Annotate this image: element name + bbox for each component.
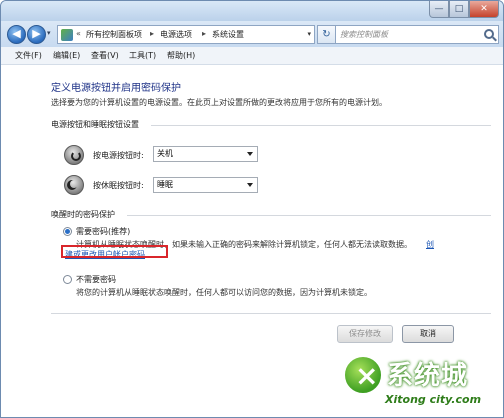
password-group-title: 唤醒时的密码保护 — [51, 210, 115, 219]
title-bar[interactable]: — □ ✕ — [1, 1, 503, 23]
breadcrumb-overflow[interactable]: « — [76, 29, 81, 38]
menu-tools[interactable]: 工具(T) — [129, 50, 156, 61]
breadcrumb-separator[interactable]: ▸ — [150, 29, 154, 38]
highlight-box — [61, 245, 168, 258]
watermark-logo-icon — [343, 355, 383, 395]
divider — [51, 313, 491, 314]
chevron-down-icon[interactable]: ▾ — [307, 30, 311, 38]
minimize-button[interactable]: — — [429, 1, 449, 18]
watermark: 系统城 Xitong city.com — [341, 353, 501, 415]
search-icon[interactable] — [484, 29, 494, 39]
sleep-button-value: 睡眠 — [157, 180, 173, 189]
no-password-desc: 将您的计算机从睡眠状态唤醒时，任何人都可以访问您的数据，因为计算机未锁定。 — [76, 288, 372, 297]
recent-pages-dropdown[interactable]: ▾ — [47, 29, 51, 37]
breadcrumb-all-items[interactable]: 所有控制面板项 — [86, 29, 142, 40]
require-password-radio[interactable] — [63, 227, 72, 236]
back-button[interactable]: ◀ — [7, 25, 26, 44]
maximize-button[interactable]: □ — [449, 1, 469, 18]
no-password-radio[interactable] — [63, 275, 72, 284]
power-button-icon — [64, 145, 84, 165]
refresh-button[interactable]: ↻ — [317, 25, 336, 44]
menu-edit[interactable]: 编辑(E) — [53, 50, 80, 61]
breadcrumb-separator[interactable]: ▸ — [202, 29, 206, 38]
sleep-button-label: 按休眠按钮时: — [93, 181, 144, 190]
page-description: 选择要为您的计算机设置的电源设置。在此页上对设置所做的更改将应用于您所有的电源计… — [51, 98, 387, 107]
forward-button[interactable]: ▶ — [27, 25, 46, 44]
save-button[interactable]: 保存修改 — [337, 325, 393, 343]
breadcrumb-power-options[interactable]: 电源选项 — [160, 29, 192, 40]
sleep-button-select[interactable]: 睡眠 — [153, 177, 258, 193]
menu-view[interactable]: 查看(V) — [91, 50, 119, 61]
menu-file[interactable]: 文件(F) — [15, 50, 42, 61]
cancel-button[interactable]: 取消 — [402, 325, 454, 343]
page-title: 定义电源按钮并启用密码保护 — [51, 83, 181, 94]
power-button-select[interactable]: 关机 — [153, 146, 258, 162]
change-password-link-start[interactable]: 创 — [426, 239, 434, 250]
control-panel-icon — [61, 29, 73, 41]
breadcrumb-system-settings[interactable]: 系统设置 — [212, 29, 244, 40]
power-button-label: 按电源按钮时: — [93, 151, 144, 160]
chevron-down-icon — [247, 152, 253, 156]
buttons-group-title: 电源按钮和睡眠按钮设置 — [51, 120, 139, 129]
sleep-button-icon — [64, 175, 84, 195]
power-button-value: 关机 — [157, 149, 173, 158]
chevron-down-icon — [247, 183, 253, 187]
require-password-label[interactable]: 需要密码(推荐) — [76, 226, 130, 237]
no-password-label[interactable]: 不需要密码 — [76, 274, 116, 285]
menu-bar: 文件(F) 编辑(E) 查看(V) 工具(T) 帮助(H) — [1, 47, 503, 65]
close-button[interactable]: ✕ — [469, 1, 499, 18]
divider — [151, 125, 491, 126]
watermark-url: Xitong city.com — [385, 393, 482, 406]
divider — [127, 215, 491, 216]
navigation-bar: ◀ ▶ ▾ « 所有控制面板项 ▸ 电源选项 ▸ 系统设置 ▾ ↻ 搜索控制面板 — [1, 21, 503, 47]
address-bar[interactable]: « 所有控制面板项 ▸ 电源选项 ▸ 系统设置 ▾ — [57, 25, 315, 44]
control-panel-window: — □ ✕ ◀ ▶ ▾ « 所有控制面板项 ▸ 电源选项 ▸ 系统设置 ▾ ↻ … — [0, 0, 504, 418]
search-input[interactable]: 搜索控制面板 — [335, 25, 499, 44]
search-placeholder: 搜索控制面板 — [340, 30, 388, 39]
menu-help[interactable]: 帮助(H) — [167, 50, 195, 61]
watermark-text: 系统城 — [387, 361, 469, 391]
